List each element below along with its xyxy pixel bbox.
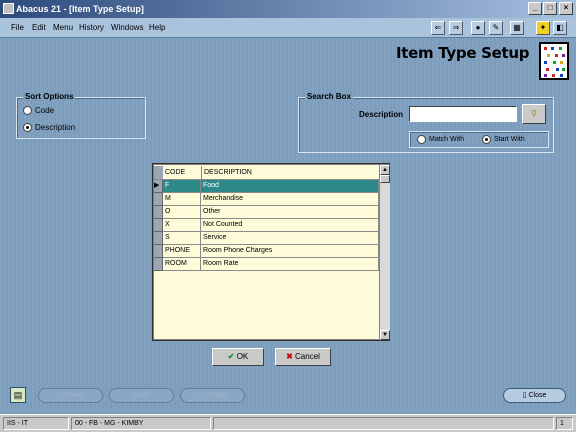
sort-code-radio[interactable] [23, 106, 32, 115]
cell-description: Room Phone Charges [201, 245, 379, 258]
sort-description-radio[interactable] [23, 123, 32, 132]
search-description-input[interactable] [409, 106, 517, 122]
cross-icon: ✖ [286, 352, 293, 361]
search-flashlight-button[interactable]: ⚲ [522, 104, 546, 124]
menu-file[interactable]: File [11, 23, 24, 32]
table-row[interactable]: ▶ F Food [154, 180, 379, 193]
window-tile-icon[interactable]: ◧ [553, 21, 567, 35]
save-label: Save [66, 392, 83, 399]
next-record-icon[interactable]: ⇒ [449, 21, 463, 35]
cell-description: Merchandise [201, 193, 379, 206]
column-header-code[interactable]: CODE [163, 166, 201, 180]
cell-code: S [163, 232, 201, 245]
scroll-thumb[interactable] [380, 175, 390, 183]
cell-code: M [163, 193, 201, 206]
start-with-label: Start With [494, 136, 525, 143]
table-row[interactable]: S Service [154, 232, 379, 245]
menu-windows[interactable]: Windows [111, 23, 143, 32]
scroll-up-icon[interactable]: ▲ [380, 165, 390, 175]
undo-label: Undo [133, 392, 150, 399]
search-description-label: Description [359, 110, 404, 119]
row-indicator [154, 219, 163, 232]
app-window: Abacus 21 - [Item Type Setup] _ □ × File… [0, 0, 576, 432]
undo-button[interactable]: Undo [109, 388, 174, 403]
match-with-label: Match With [429, 136, 465, 143]
cell-code: X [163, 219, 201, 232]
status-bar: IIS - IT 00 - FB - MG - KIMBY 1 [0, 414, 576, 432]
calculator-icon[interactable]: ▦ [510, 21, 524, 35]
cell-code: O [163, 206, 201, 219]
search-box-legend: Search Box [305, 92, 354, 101]
window-title: Abacus 21 - [Item Type Setup] [16, 4, 144, 14]
first-record-icon[interactable]: ⇐ [431, 21, 445, 35]
menu-bar: File Edit Menu History Windows Help ⇐ ⇒ … [0, 18, 576, 38]
status-user: 00 - FB - MG - KIMBY [71, 417, 211, 430]
row-indicator [154, 232, 163, 245]
menu-history[interactable]: History [79, 23, 104, 32]
ok-button[interactable]: ✔ OK [212, 348, 264, 366]
maximize-button[interactable]: □ [543, 2, 557, 15]
cell-description: Service [201, 232, 379, 245]
cell-description: Not Counted [201, 219, 379, 232]
delete-label: Delete [206, 392, 227, 399]
check-icon: ✔ [227, 352, 235, 361]
match-with-radio[interactable] [417, 135, 426, 144]
delete-icon: ▭ [198, 392, 205, 399]
current-row-arrow-icon: ▶ [154, 180, 163, 193]
close-label: Close [528, 392, 547, 399]
menu-menu[interactable]: Menu [53, 23, 73, 32]
cell-description: Food [201, 180, 379, 193]
ok-label: OK [236, 352, 249, 361]
table-row[interactable]: X Not Counted [154, 219, 379, 232]
report-icon[interactable]: ▤ [10, 387, 26, 403]
page-title: Item Type Setup [396, 44, 530, 62]
cell-code: PHONE [163, 245, 201, 258]
cell-code: F [163, 180, 201, 193]
pen-icon[interactable]: ✎ [489, 21, 503, 35]
table-row[interactable]: ROOM Room Rate [154, 258, 379, 271]
save-icon: ▢ [58, 392, 65, 399]
sort-options-legend: Sort Options [23, 92, 76, 101]
menu-help[interactable]: Help [149, 23, 165, 32]
door-icon: ▯ [522, 392, 527, 399]
cell-description: Other [201, 206, 379, 219]
row-indicator [154, 258, 163, 271]
abacus-logo-icon [539, 42, 569, 80]
title-bar: Abacus 21 - [Item Type Setup] _ □ × [0, 0, 576, 18]
row-indicator [154, 245, 163, 258]
scroll-down-icon[interactable]: ▼ [380, 330, 390, 340]
app-icon [3, 3, 14, 14]
column-header-description[interactable]: DESCRIPTION [201, 166, 379, 180]
sort-options-group: Sort Options Code Description [16, 92, 146, 139]
table-row[interactable]: PHONE Room Phone Charges [154, 245, 379, 258]
table-scrollbar[interactable]: ▲ ▼ [380, 165, 390, 340]
table-body: CODE DESCRIPTION ▶ F Food M Merchandise … [154, 165, 379, 339]
close-button[interactable]: ▯ Close [503, 388, 566, 403]
sort-description-label: Description [35, 123, 76, 132]
cell-code: ROOM [163, 258, 201, 271]
close-window-button[interactable]: × [559, 2, 573, 15]
exit-runner-icon[interactable]: ✦ [536, 21, 550, 35]
item-type-table: CODE DESCRIPTION ▶ F Food M Merchandise … [152, 163, 390, 341]
minimize-button[interactable]: _ [528, 2, 542, 15]
match-mode-group: Match With Start With [409, 131, 549, 148]
table-row[interactable]: O Other [154, 206, 379, 219]
status-message [213, 417, 554, 430]
start-with-radio[interactable] [482, 135, 491, 144]
delete-button[interactable]: ▭ Delete [180, 388, 245, 403]
menu-edit[interactable]: Edit [32, 23, 46, 32]
row-indicator [154, 206, 163, 219]
search-box-group: Search Box Description ⚲ Match With Star… [298, 92, 554, 153]
sort-code-label: Code [35, 106, 55, 115]
cancel-button[interactable]: ✖ Cancel [275, 348, 331, 366]
table-row[interactable]: M Merchandise [154, 193, 379, 206]
status-count: 1 [556, 417, 573, 430]
cancel-label: Cancel [295, 352, 320, 361]
save-button[interactable]: ▢ Save [38, 388, 103, 403]
column-header-indicator [154, 166, 163, 180]
row-indicator [154, 193, 163, 206]
globe-icon[interactable]: ● [471, 21, 485, 35]
status-module: IIS - IT [3, 417, 69, 430]
cell-description: Room Rate [201, 258, 379, 271]
